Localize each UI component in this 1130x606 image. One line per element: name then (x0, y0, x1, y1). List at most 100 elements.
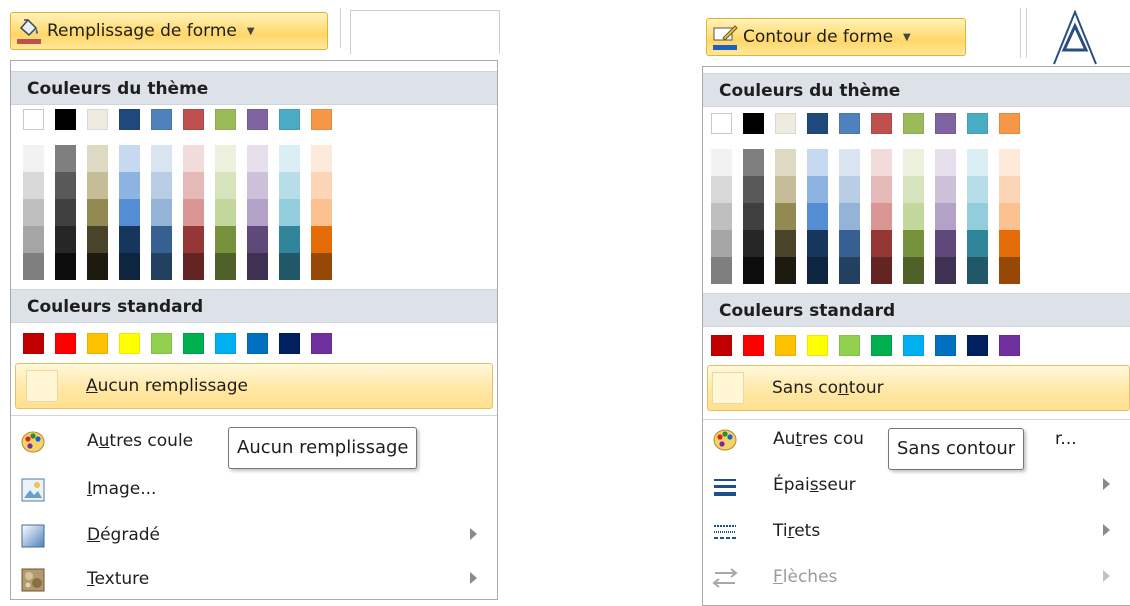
theme-shade-swatch[interactable] (711, 230, 732, 257)
theme-shade-swatch[interactable] (999, 230, 1020, 257)
theme-color-swatch[interactable] (871, 113, 892, 134)
theme-shade-swatch[interactable] (119, 145, 140, 172)
theme-shade-swatch[interactable] (279, 226, 300, 253)
theme-shade-swatch[interactable] (711, 257, 732, 284)
standard-color-swatch[interactable] (967, 335, 988, 356)
theme-shade-swatch[interactable] (903, 176, 924, 203)
theme-shade-swatch[interactable] (903, 230, 924, 257)
theme-shade-swatch[interactable] (807, 203, 828, 230)
arrows-item[interactable]: Flèches (703, 555, 1130, 601)
theme-shade-swatch[interactable] (119, 199, 140, 226)
theme-color-swatch[interactable] (55, 109, 76, 130)
standard-color-swatch[interactable] (151, 333, 172, 354)
standard-color-swatch[interactable] (279, 333, 300, 354)
theme-shade-swatch[interactable] (247, 172, 268, 199)
theme-color-swatch[interactable] (935, 113, 956, 134)
theme-color-swatch[interactable] (311, 109, 332, 130)
theme-shade-swatch[interactable] (807, 176, 828, 203)
theme-shade-swatch[interactable] (903, 203, 924, 230)
theme-color-swatch[interactable] (183, 109, 204, 130)
theme-shade-swatch[interactable] (935, 257, 956, 284)
theme-shade-swatch[interactable] (775, 230, 796, 257)
theme-shade-swatch[interactable] (55, 145, 76, 172)
theme-shade-swatch[interactable] (967, 203, 988, 230)
theme-shade-swatch[interactable] (55, 199, 76, 226)
theme-shade-swatch[interactable] (711, 176, 732, 203)
theme-shade-swatch[interactable] (935, 149, 956, 176)
theme-shade-swatch[interactable] (967, 149, 988, 176)
theme-shade-swatch[interactable] (935, 176, 956, 203)
no-fill-item[interactable]: Aucun remplissage (15, 363, 493, 409)
no-outline-item[interactable]: Sans contour (707, 365, 1130, 411)
theme-color-swatch[interactable] (87, 109, 108, 130)
theme-shade-swatch[interactable] (247, 199, 268, 226)
theme-shade-swatch[interactable] (967, 176, 988, 203)
theme-shade-swatch[interactable] (775, 257, 796, 284)
theme-shade-swatch[interactable] (711, 203, 732, 230)
standard-color-swatch[interactable] (119, 333, 140, 354)
theme-color-swatch[interactable] (775, 113, 796, 134)
theme-shade-swatch[interactable] (711, 149, 732, 176)
theme-shade-swatch[interactable] (55, 226, 76, 253)
theme-shade-swatch[interactable] (151, 199, 172, 226)
theme-shade-swatch[interactable] (311, 199, 332, 226)
theme-shade-swatch[interactable] (151, 226, 172, 253)
standard-color-swatch[interactable] (775, 335, 796, 356)
theme-shade-swatch[interactable] (743, 176, 764, 203)
theme-shade-swatch[interactable] (935, 203, 956, 230)
theme-shade-swatch[interactable] (55, 172, 76, 199)
theme-shade-swatch[interactable] (807, 230, 828, 257)
standard-color-swatch[interactable] (999, 335, 1020, 356)
standard-color-swatch[interactable] (87, 333, 108, 354)
standard-color-swatch[interactable] (935, 335, 956, 356)
theme-shade-swatch[interactable] (215, 199, 236, 226)
theme-shade-swatch[interactable] (311, 145, 332, 172)
theme-shade-swatch[interactable] (839, 176, 860, 203)
theme-shade-swatch[interactable] (151, 172, 172, 199)
theme-shade-swatch[interactable] (839, 203, 860, 230)
theme-shade-swatch[interactable] (119, 172, 140, 199)
theme-shade-swatch[interactable] (215, 226, 236, 253)
theme-shade-swatch[interactable] (743, 203, 764, 230)
theme-shade-swatch[interactable] (311, 226, 332, 253)
theme-shade-swatch[interactable] (279, 199, 300, 226)
gradient-fill-item[interactable]: Dégradé (11, 513, 497, 559)
theme-shade-swatch[interactable] (23, 172, 44, 199)
standard-color-swatch[interactable] (183, 333, 204, 354)
theme-shade-swatch[interactable] (279, 253, 300, 280)
theme-shade-swatch[interactable] (151, 145, 172, 172)
theme-shade-swatch[interactable] (743, 149, 764, 176)
theme-shade-swatch[interactable] (999, 257, 1020, 284)
theme-shade-swatch[interactable] (183, 253, 204, 280)
theme-shade-swatch[interactable] (871, 149, 892, 176)
theme-color-swatch[interactable] (711, 113, 732, 134)
theme-shade-swatch[interactable] (23, 253, 44, 280)
theme-shade-swatch[interactable] (247, 226, 268, 253)
standard-color-swatch[interactable] (871, 335, 892, 356)
theme-shade-swatch[interactable] (55, 253, 76, 280)
theme-shade-swatch[interactable] (87, 253, 108, 280)
theme-color-swatch[interactable] (839, 113, 860, 134)
texture-fill-item[interactable]: Texture (11, 557, 497, 603)
theme-shade-swatch[interactable] (183, 199, 204, 226)
theme-color-swatch[interactable] (151, 109, 172, 130)
shape-fill-button[interactable]: Remplissage de forme ▼ (10, 12, 328, 50)
theme-shade-swatch[interactable] (871, 203, 892, 230)
theme-shade-swatch[interactable] (775, 176, 796, 203)
theme-shade-swatch[interactable] (807, 149, 828, 176)
theme-color-swatch[interactable] (743, 113, 764, 134)
theme-shade-swatch[interactable] (311, 253, 332, 280)
theme-shade-swatch[interactable] (247, 253, 268, 280)
standard-color-swatch[interactable] (55, 333, 76, 354)
theme-shade-swatch[interactable] (87, 226, 108, 253)
theme-shade-swatch[interactable] (215, 172, 236, 199)
theme-color-swatch[interactable] (999, 113, 1020, 134)
theme-shade-swatch[interactable] (23, 145, 44, 172)
theme-shade-swatch[interactable] (215, 145, 236, 172)
theme-shade-swatch[interactable] (903, 257, 924, 284)
standard-color-swatch[interactable] (247, 333, 268, 354)
shape-outline-button[interactable]: Contour de forme ▼ (706, 18, 966, 56)
theme-shade-swatch[interactable] (839, 149, 860, 176)
theme-shade-swatch[interactable] (119, 253, 140, 280)
theme-shade-swatch[interactable] (23, 199, 44, 226)
